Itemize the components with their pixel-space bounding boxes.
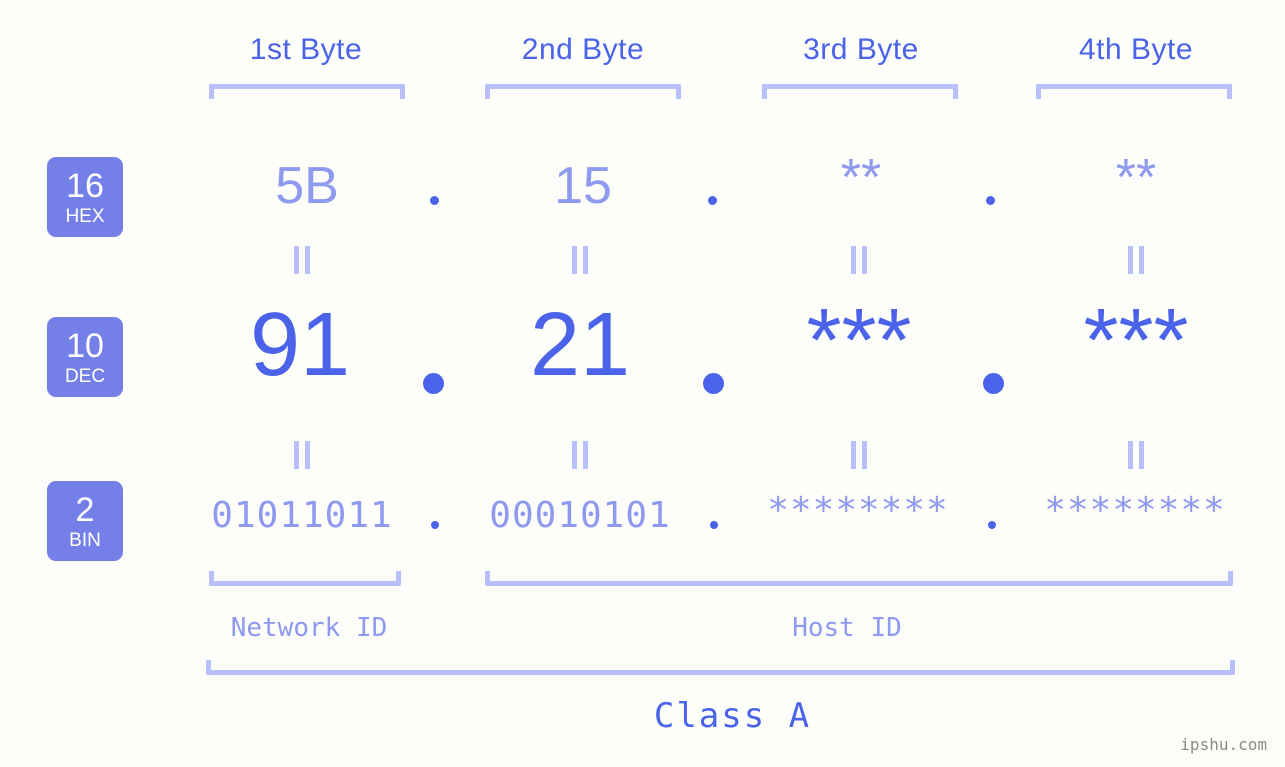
hex-separator-dot-1	[430, 196, 439, 205]
base-badge-hex: 16 HEX	[47, 157, 123, 237]
dec-byte-3: ***	[806, 291, 912, 391]
base-badge-bin-name: BIN	[69, 529, 101, 551]
hex-byte-1: 5B	[275, 157, 339, 215]
network-id-label: Network ID	[230, 613, 388, 643]
equals-connector-dec-bin-3	[851, 441, 867, 469]
hex-byte-4: **	[1115, 149, 1157, 207]
bin-byte-3: ********	[767, 490, 949, 531]
base-badge-bin: 2 BIN	[47, 481, 123, 561]
byte-header-2: 2nd Byte	[521, 33, 645, 66]
hex-byte-3: **	[840, 149, 882, 207]
byte-bracket-top-4	[1036, 84, 1232, 99]
dec-byte-2: 21	[529, 295, 631, 395]
bin-separator-dot-3	[988, 521, 996, 529]
host-id-label: Host ID	[792, 613, 902, 643]
dec-separator-dot-3	[983, 373, 1004, 394]
hex-separator-dot-2	[708, 196, 717, 205]
class-bracket	[206, 660, 1235, 675]
bin-separator-dot-1	[431, 521, 439, 529]
base-badge-hex-number: 16	[66, 166, 104, 205]
byte-header-1: 1st Byte	[249, 33, 363, 66]
byte-header-4: 4th Byte	[1078, 33, 1194, 66]
base-badge-dec-name: DEC	[64, 365, 106, 387]
equals-connector-hex-dec-4	[1128, 246, 1144, 274]
hex-byte-2: 15	[554, 157, 612, 215]
base-badge-hex-name: HEX	[65, 205, 105, 227]
equals-connector-hex-dec-1	[294, 246, 310, 274]
equals-connector-dec-bin-2	[572, 441, 588, 469]
byte-bracket-top-1	[209, 84, 405, 99]
byte-header-3: 3rd Byte	[803, 33, 919, 66]
byte-bracket-top-2	[485, 84, 681, 99]
dec-byte-1: 91	[249, 295, 351, 395]
equals-connector-dec-bin-1	[294, 441, 310, 469]
network-id-bracket	[209, 571, 401, 586]
base-badge-dec: 10 DEC	[47, 317, 123, 397]
bin-byte-1: 01011011	[211, 495, 393, 536]
dec-byte-4: ***	[1083, 291, 1189, 391]
equals-connector-dec-bin-4	[1128, 441, 1144, 469]
class-label: Class A	[653, 696, 812, 736]
equals-connector-hex-dec-3	[851, 246, 867, 274]
host-id-bracket	[485, 571, 1233, 586]
site-watermark: ipshu.com	[1180, 735, 1267, 754]
bin-byte-4: ********	[1044, 490, 1226, 531]
hex-separator-dot-3	[986, 196, 995, 205]
base-badge-bin-number: 2	[75, 490, 95, 529]
ip-byte-diagram: 1st Byte 2nd Byte 3rd Byte 4th Byte 16 H…	[0, 0, 1285, 767]
base-badge-dec-number: 10	[66, 326, 104, 365]
bin-separator-dot-2	[710, 521, 718, 529]
bin-byte-2: 00010101	[489, 495, 671, 536]
dec-separator-dot-1	[423, 373, 444, 394]
dec-separator-dot-2	[703, 373, 724, 394]
equals-connector-hex-dec-2	[572, 246, 588, 274]
byte-bracket-top-3	[762, 84, 958, 99]
